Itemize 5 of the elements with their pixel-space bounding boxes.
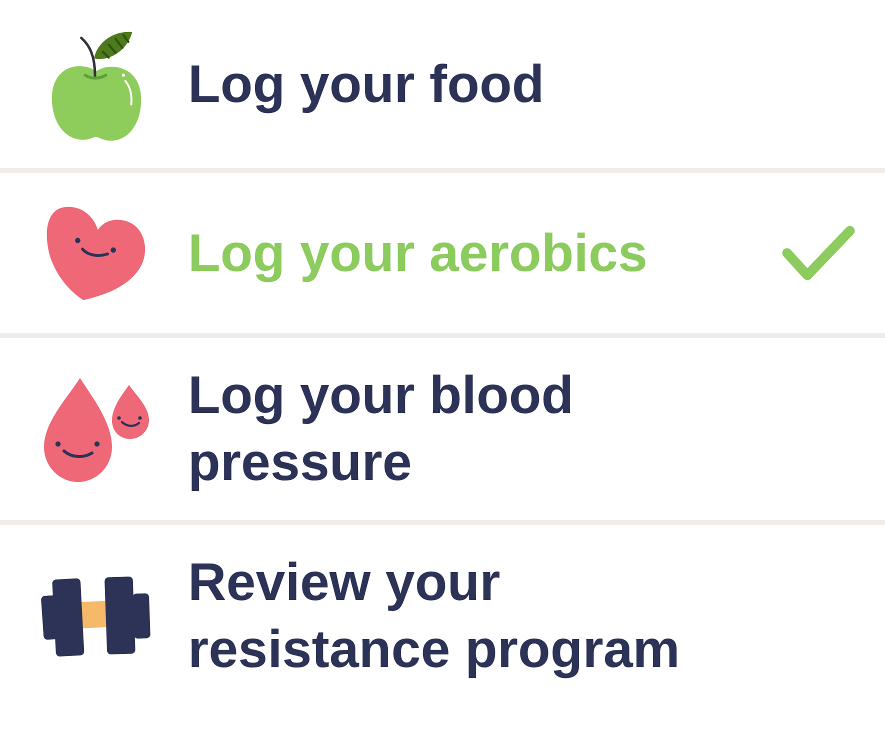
task-label[interactable]: Log your food	[188, 50, 718, 118]
task-label[interactable]: Log your blood pressure	[188, 362, 718, 496]
dumbbell-icon	[40, 574, 152, 658]
blood-drops-icon	[42, 376, 150, 482]
task-label[interactable]: Review your resistance program	[188, 549, 718, 683]
